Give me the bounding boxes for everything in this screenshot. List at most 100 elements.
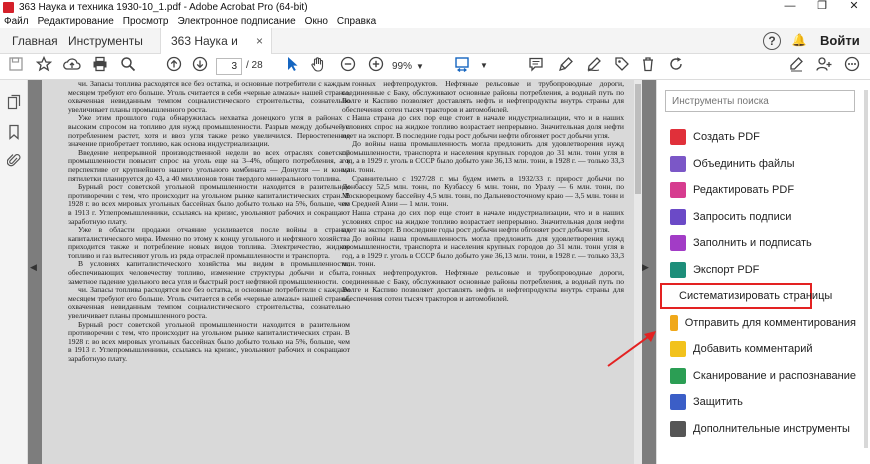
zoom-out-icon[interactable] xyxy=(338,56,358,76)
add-comment-icon xyxy=(670,341,686,357)
next-page-icon[interactable] xyxy=(190,56,210,76)
tab-document[interactable]: 363 Наука и техни... × xyxy=(160,28,272,74)
paragraph: До войны наша промышленность могла предл… xyxy=(342,139,624,174)
zoom-select[interactable]: 99% ▼ xyxy=(392,58,432,75)
window-title: 363 Наука и техника 1930-10_1.pdf - Adob… xyxy=(19,1,308,13)
tab-home[interactable]: Главная xyxy=(12,28,58,54)
left-navigation-pane xyxy=(0,80,28,464)
menu-view[interactable]: Просмотр xyxy=(123,16,169,27)
tool-label: Защитить xyxy=(693,396,743,408)
send-for-comments-icon xyxy=(670,314,678,331)
tool-create-pdf[interactable]: Создать PDF xyxy=(660,124,856,150)
menu-edit[interactable]: Редактирование xyxy=(38,16,114,27)
tool-label: Редактировать PDF xyxy=(693,184,795,196)
trash-icon[interactable] xyxy=(638,56,658,76)
document-scrollbar[interactable] xyxy=(634,80,642,464)
tool-send-for-comments[interactable]: Отправить для комментирования xyxy=(660,310,856,336)
fit-dropdown-chevron-icon[interactable]: ▼ xyxy=(474,56,494,76)
close-button[interactable]: ✕ xyxy=(838,0,870,14)
paragraph: Наша страна до сих пор еще стоит в начал… xyxy=(342,113,624,140)
tool-label: Дополнительные инструменты xyxy=(693,422,850,435)
page-thumbnails-icon[interactable] xyxy=(6,94,22,110)
zoom-in-icon[interactable] xyxy=(366,56,386,76)
tool-label: Заполнить и подписать xyxy=(693,237,812,249)
tool-add-comment[interactable]: Добавить комментарий xyxy=(660,336,856,362)
magnify-icon[interactable] xyxy=(118,56,138,76)
zoom-value: 99% xyxy=(392,61,413,72)
text-column-left: чи. Запасы топлива расходятся все без ос… xyxy=(68,80,350,464)
request-signatures-icon xyxy=(670,208,686,225)
upload-cloud-icon[interactable] xyxy=(62,56,82,76)
tools-search-input[interactable] xyxy=(665,90,855,112)
close-tab-icon[interactable]: × xyxy=(256,28,263,54)
combine-files-icon xyxy=(670,155,686,172)
sign-pen-icon[interactable] xyxy=(786,56,806,76)
page-total: / 28 xyxy=(246,60,263,71)
collapse-left-pane-icon[interactable]: ◀ xyxy=(30,262,37,273)
text-column-right: гонных нефтепродуктов. Нефтяные рельсовы… xyxy=(342,80,624,464)
comment-icon[interactable] xyxy=(526,56,546,76)
page-number-input[interactable]: 3 xyxy=(216,58,242,75)
draw-icon[interactable] xyxy=(584,56,604,76)
paragraph: До войны наша промышленность могла предл… xyxy=(342,233,624,269)
title-bar: 363 Наука и техника 1930-10_1.pdf - Adob… xyxy=(0,0,870,14)
paragraph: Бурный рост советской угольной промышлен… xyxy=(68,319,350,363)
menu-e-sign[interactable]: Электронное подписание xyxy=(177,16,295,27)
help-icon[interactable]: ? xyxy=(763,32,781,50)
toolbar: 3 / 28 99% ▼ ▼ xyxy=(0,54,870,80)
minimize-button[interactable]: — xyxy=(774,0,806,14)
tool-label: Систематизировать страницы xyxy=(679,290,833,302)
more-options-icon[interactable] xyxy=(842,56,862,76)
collapse-right-pane-icon[interactable]: ▶ xyxy=(642,262,649,273)
acrobat-icon xyxy=(3,1,14,13)
prev-page-icon[interactable] xyxy=(164,56,184,76)
tool-label: Добавить комментарий xyxy=(693,343,813,355)
export-pdf-icon xyxy=(670,261,686,278)
tool-label: Объединить файлы xyxy=(693,157,795,170)
attachment-icon[interactable] xyxy=(6,152,22,168)
select-cursor-icon[interactable] xyxy=(282,56,302,76)
tool-label: Сканирование и распознавание xyxy=(692,369,856,382)
tool-export-pdf[interactable]: Экспорт PDF xyxy=(660,257,856,283)
tool-organize-pages[interactable]: Систематизировать страницы xyxy=(660,283,832,309)
bookmark-icon[interactable] xyxy=(6,124,22,140)
sign-in-button[interactable]: Войти xyxy=(820,28,860,54)
print-icon[interactable] xyxy=(90,56,110,76)
menu-file[interactable]: Файл xyxy=(4,16,29,27)
tool-edit-pdf[interactable]: Редактировать PDF xyxy=(660,177,856,203)
fill-and-sign-icon xyxy=(670,235,686,251)
tool-request-signatures[interactable]: Запросить подписи xyxy=(660,204,856,230)
rotate-icon[interactable] xyxy=(666,56,686,76)
fit-page-icon[interactable] xyxy=(452,56,472,76)
menu-help[interactable]: Справка xyxy=(337,16,376,27)
tool-protect[interactable]: Защитить xyxy=(660,389,856,415)
tool-label: Отправить для комментирования xyxy=(684,316,856,329)
share-user-icon[interactable] xyxy=(814,56,834,76)
star-icon[interactable] xyxy=(34,55,54,76)
tool-more-tools[interactable]: Дополнительные инструменты xyxy=(660,416,856,442)
paragraph: Бурный рост советской угольной промышлен… xyxy=(68,182,350,226)
tool-fill-and-sign[interactable]: Заполнить и подписать xyxy=(660,230,856,256)
scrollbar-thumb[interactable] xyxy=(635,84,641,194)
stamp-tag-icon[interactable] xyxy=(612,56,632,76)
tool-scan-and-ocr[interactable]: Сканирование и распознавание xyxy=(660,363,856,389)
paragraph: Наша страна до сих пор еще стоит в начал… xyxy=(342,207,624,235)
bell-icon[interactable]: 🔔 xyxy=(790,32,808,50)
maximize-button[interactable]: ❐ xyxy=(806,0,838,14)
create-pdf-icon xyxy=(670,129,686,145)
paragraph: Уже этим прошлого года обнаружилась нехв… xyxy=(68,113,350,149)
hand-tool-icon[interactable] xyxy=(308,56,328,76)
tool-label: Создать PDF xyxy=(693,131,760,143)
paragraph: чи. Запасы топлива расходятся все без ос… xyxy=(68,80,350,114)
tool-combine-files[interactable]: Объединить файлы xyxy=(660,151,856,177)
more-tools-icon xyxy=(670,420,686,437)
save-icon[interactable] xyxy=(6,56,26,76)
paragraph: чи. Запасы топлива расходятся все без ос… xyxy=(68,285,350,321)
tools-pane-scrollbar[interactable] xyxy=(864,90,868,448)
paragraph: Введение непрерывной производственной не… xyxy=(68,147,350,183)
highlight-pen-icon[interactable] xyxy=(556,56,576,76)
pdf-page: чи. Запасы топлива расходятся все без ос… xyxy=(42,80,634,464)
tab-tools[interactable]: Инструменты xyxy=(68,28,143,54)
tool-label: Запросить подписи xyxy=(693,210,792,223)
menu-window[interactable]: Окно xyxy=(305,16,328,27)
